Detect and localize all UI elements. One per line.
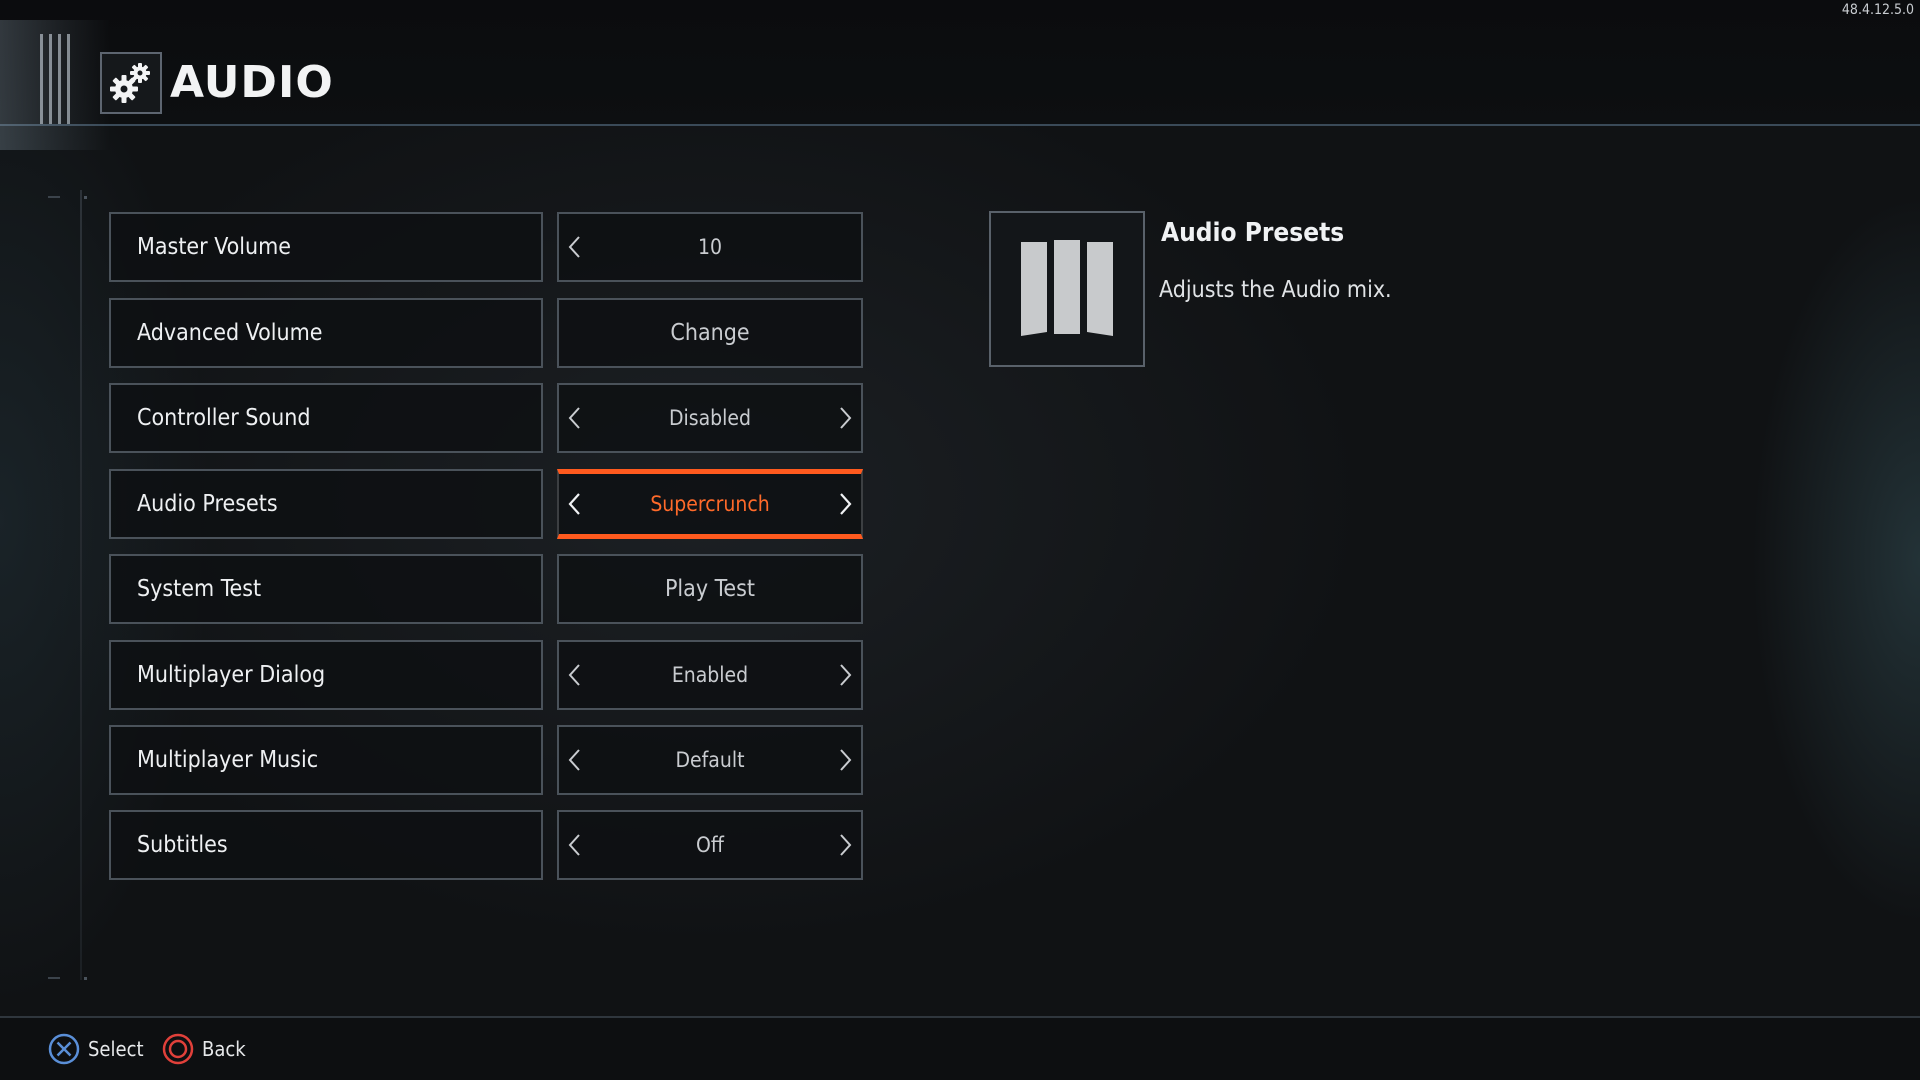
setting-row-system-test: System Test Play Test bbox=[109, 554, 863, 624]
cross-button-icon bbox=[48, 1033, 80, 1065]
setting-row-subtitles: Subtitles Off bbox=[109, 810, 863, 880]
setting-label-audio-presets[interactable]: Audio Presets bbox=[109, 469, 543, 539]
page-title: AUDIO bbox=[170, 57, 334, 108]
select-prompt[interactable]: Select bbox=[48, 1032, 144, 1066]
button-label: Play Test bbox=[664, 576, 756, 602]
audio-presets-stepper[interactable]: Supercrunch bbox=[557, 469, 863, 539]
setting-value: Off bbox=[696, 833, 724, 857]
multiplayer-music-stepper[interactable]: Default bbox=[557, 725, 863, 795]
info-description: Adjusts the Audio mix. bbox=[1159, 277, 1392, 303]
setting-row-master-volume: Master Volume 10 bbox=[109, 212, 863, 282]
rail-tick bbox=[48, 196, 60, 198]
gears-icon bbox=[100, 52, 162, 114]
setting-row-multiplayer-music: Multiplayer Music Default bbox=[109, 725, 863, 795]
header-decoration bbox=[40, 34, 70, 124]
rail-tick bbox=[48, 977, 60, 979]
left-rail bbox=[80, 190, 82, 980]
setting-value: Supercrunch bbox=[650, 492, 770, 516]
setting-label-system-test[interactable]: System Test bbox=[109, 554, 543, 624]
chevron-right-icon[interactable] bbox=[835, 661, 855, 689]
change-button[interactable]: Change bbox=[557, 298, 863, 368]
setting-label-multiplayer-music[interactable]: Multiplayer Music bbox=[109, 725, 543, 795]
rail-dot bbox=[84, 977, 87, 980]
chevron-right-icon[interactable] bbox=[835, 746, 855, 774]
chevron-right-icon[interactable] bbox=[835, 404, 855, 432]
setting-label-advanced-volume[interactable]: Advanced Volume bbox=[109, 298, 543, 368]
chevron-left-icon[interactable] bbox=[565, 490, 585, 518]
chevron-right-icon[interactable] bbox=[835, 831, 855, 859]
controller-sound-stepper[interactable]: Disabled bbox=[557, 383, 863, 453]
setting-row-audio-presets: Audio Presets Supercrunch bbox=[109, 469, 863, 539]
back-prompt[interactable]: Back bbox=[162, 1032, 246, 1066]
setting-value: Disabled bbox=[668, 406, 752, 430]
footer-bar bbox=[0, 1016, 1920, 1080]
master-volume-stepper[interactable]: 10 bbox=[557, 212, 863, 282]
multiplayer-dialog-stepper[interactable]: Enabled bbox=[557, 640, 863, 710]
setting-value: 10 bbox=[697, 235, 723, 259]
chevron-left-icon[interactable] bbox=[565, 233, 585, 261]
setting-value: Default bbox=[675, 748, 745, 772]
select-label: Select bbox=[88, 1037, 144, 1061]
chevron-right-icon[interactable] bbox=[835, 490, 855, 518]
rail-dot bbox=[84, 196, 87, 199]
setting-label-master-volume[interactable]: Master Volume bbox=[109, 212, 543, 282]
chevron-left-icon[interactable] bbox=[565, 404, 585, 432]
info-title: Audio Presets bbox=[1161, 218, 1345, 248]
setting-value: Enabled bbox=[671, 663, 749, 687]
back-label: Back bbox=[202, 1037, 246, 1061]
setting-label-controller-sound[interactable]: Controller Sound bbox=[109, 383, 543, 453]
setting-row-advanced-volume: Advanced Volume Change bbox=[109, 298, 863, 368]
chevron-left-icon[interactable] bbox=[565, 831, 585, 859]
circle-button-icon bbox=[162, 1033, 194, 1065]
chevron-left-icon[interactable] bbox=[565, 661, 585, 689]
header-bar: AUDIO 48.4.12.5.0 bbox=[0, 0, 1920, 150]
play-test-button[interactable]: Play Test bbox=[557, 554, 863, 624]
setting-label-multiplayer-dialog[interactable]: Multiplayer Dialog bbox=[109, 640, 543, 710]
black-ops-iii-logo-icon bbox=[989, 211, 1145, 367]
setting-row-controller-sound: Controller Sound Disabled bbox=[109, 383, 863, 453]
version-number: 48.4.12.5.0 bbox=[1841, 2, 1914, 18]
chevron-left-icon[interactable] bbox=[565, 746, 585, 774]
setting-label-subtitles[interactable]: Subtitles bbox=[109, 810, 543, 880]
setting-row-multiplayer-dialog: Multiplayer Dialog Enabled bbox=[109, 640, 863, 710]
button-label: Change bbox=[670, 320, 750, 346]
subtitles-stepper[interactable]: Off bbox=[557, 810, 863, 880]
